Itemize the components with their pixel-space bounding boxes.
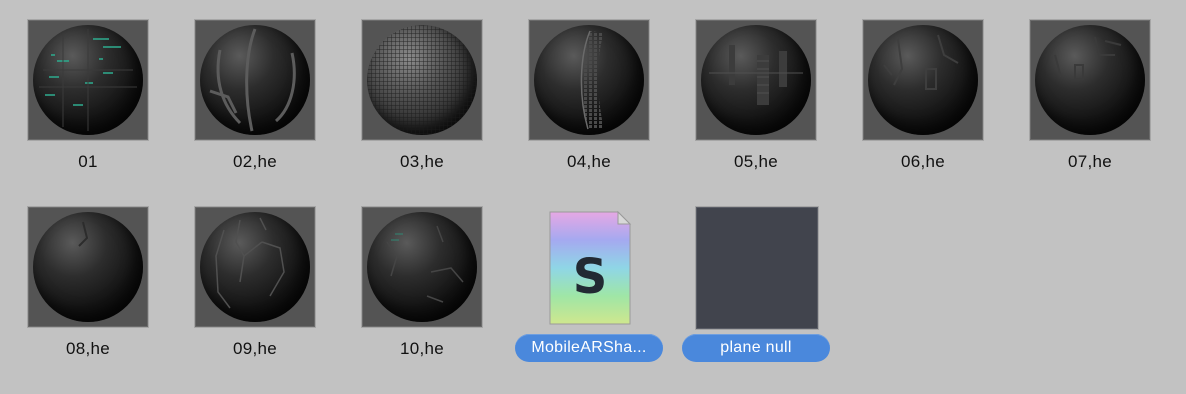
asset-label[interactable]: 06,he: [848, 152, 998, 172]
asset-item-09[interactable]: 09,he: [180, 207, 330, 367]
material-sphere-preview: [367, 212, 477, 322]
asset-grid: 01 02,he 03,he 04,he 05,he 06,he 07,he 0…: [0, 0, 1186, 394]
material-thumbnail[interactable]: [195, 207, 315, 327]
asset-label[interactable]: 02,he: [180, 152, 330, 172]
asset-label-selected[interactable]: MobileARSha...: [515, 334, 663, 362]
asset-item-04[interactable]: 04,he: [514, 20, 664, 180]
material-sphere-preview: [701, 25, 811, 135]
asset-item-plane-null[interactable]: plane null: [681, 207, 831, 367]
material-sphere-preview: [33, 25, 143, 135]
asset-item-05[interactable]: 05,he: [681, 20, 831, 180]
material-thumbnail[interactable]: [863, 20, 983, 140]
material-sphere-preview: [534, 25, 644, 135]
shader-file-icon[interactable]: S: [546, 209, 632, 327]
material-thumbnail[interactable]: [1030, 20, 1150, 140]
material-thumbnail[interactable]: [362, 207, 482, 327]
asset-label-selected[interactable]: plane null: [682, 334, 830, 362]
asset-label[interactable]: 01: [13, 152, 163, 172]
asset-label[interactable]: 04,he: [514, 152, 664, 172]
asset-label[interactable]: 07,he: [1015, 152, 1165, 172]
material-thumbnail[interactable]: [362, 20, 482, 140]
material-sphere-preview: [200, 25, 310, 135]
material-thumbnail[interactable]: [195, 20, 315, 140]
material-sphere-preview: [868, 25, 978, 135]
asset-item-10[interactable]: 10,he: [347, 207, 497, 367]
asset-item-03[interactable]: 03,he: [347, 20, 497, 180]
asset-label[interactable]: 03,he: [347, 152, 497, 172]
material-sphere-preview: [367, 25, 477, 135]
asset-label[interactable]: 08,he: [13, 339, 163, 359]
asset-item-02[interactable]: 02,he: [180, 20, 330, 180]
asset-label[interactable]: 10,he: [347, 339, 497, 359]
material-thumbnail[interactable]: [28, 20, 148, 140]
material-sphere-preview: [33, 212, 143, 322]
material-thumbnail[interactable]: [529, 20, 649, 140]
asset-label[interactable]: 09,he: [180, 339, 330, 359]
asset-item-07[interactable]: 07,he: [1015, 20, 1165, 180]
asset-item-06[interactable]: 06,he: [848, 20, 998, 180]
material-thumbnail[interactable]: [696, 20, 816, 140]
asset-label[interactable]: 05,he: [681, 152, 831, 172]
material-sphere-preview: [1035, 25, 1145, 135]
asset-item-01[interactable]: 01: [13, 20, 163, 180]
material-swatch-thumbnail[interactable]: [696, 207, 818, 329]
asset-item-shader[interactable]: S MobileARSha...: [514, 207, 664, 367]
shader-letter: S: [573, 249, 608, 305]
material-thumbnail[interactable]: [28, 207, 148, 327]
asset-item-08[interactable]: 08,he: [13, 207, 163, 367]
material-sphere-preview: [200, 212, 310, 322]
